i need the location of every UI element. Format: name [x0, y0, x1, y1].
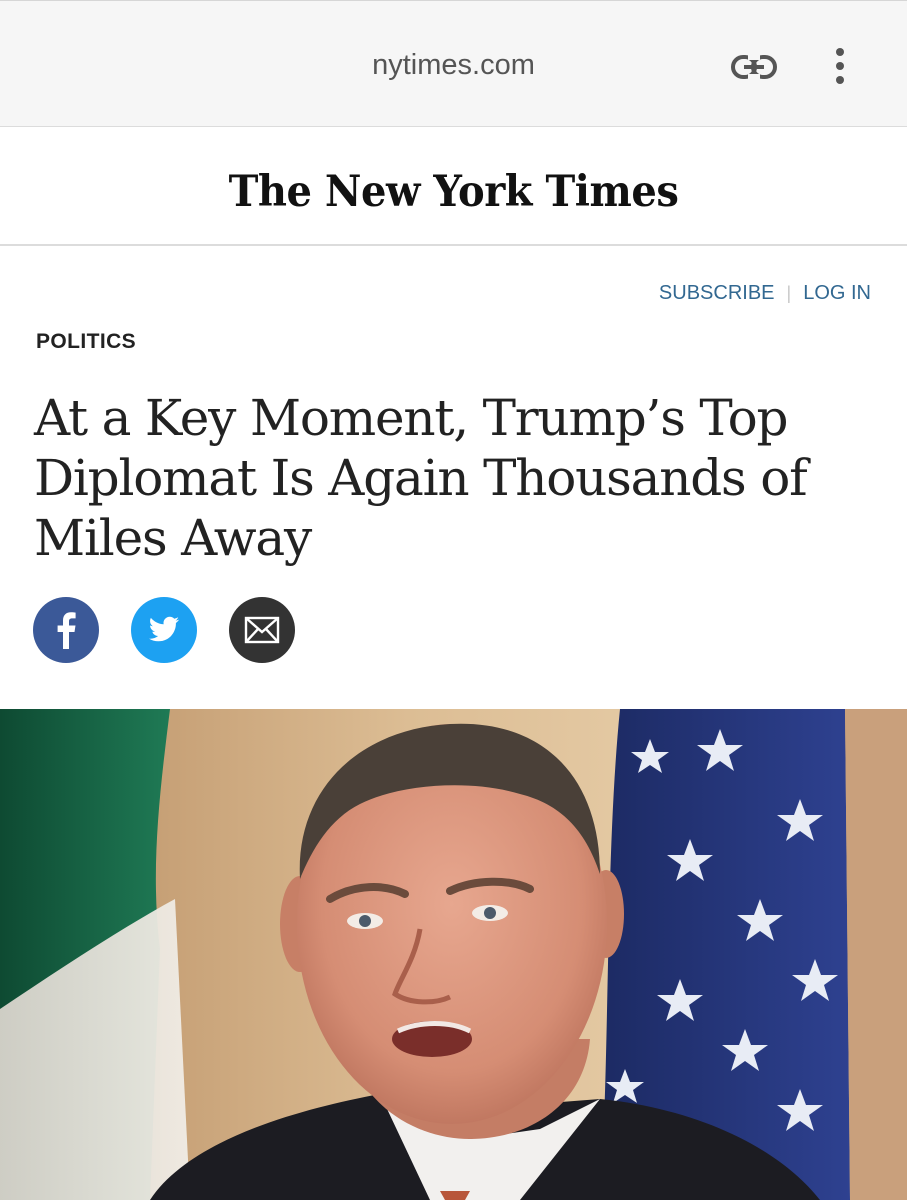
account-links: SUBSCRIBE | LOG IN: [659, 282, 871, 305]
nyt-logo[interactable]: The New York Times: [32, 167, 876, 217]
browser-address-bar: nytimes.com: [0, 0, 907, 127]
facebook-share-button[interactable]: [33, 597, 99, 663]
section-label[interactable]: POLITICS: [36, 330, 136, 354]
twitter-share-button[interactable]: [131, 597, 197, 663]
facebook-icon: [33, 597, 99, 663]
subscribe-link[interactable]: SUBSCRIBE: [659, 282, 775, 305]
article-lead-photo: [0, 709, 907, 1200]
twitter-icon: [131, 597, 197, 663]
article-headline: At a Key Moment, Trump’s Top Diplomat Is…: [34, 389, 808, 567]
masthead: The New York Times: [0, 127, 907, 246]
email-share-button[interactable]: [229, 597, 295, 663]
email-icon: [229, 597, 295, 663]
link-icon[interactable]: [728, 51, 780, 83]
more-vertical-icon[interactable]: [830, 46, 850, 86]
login-link[interactable]: LOG IN: [803, 282, 871, 305]
article-photo-illustration: [0, 709, 907, 1200]
link-divider: |: [786, 283, 792, 303]
